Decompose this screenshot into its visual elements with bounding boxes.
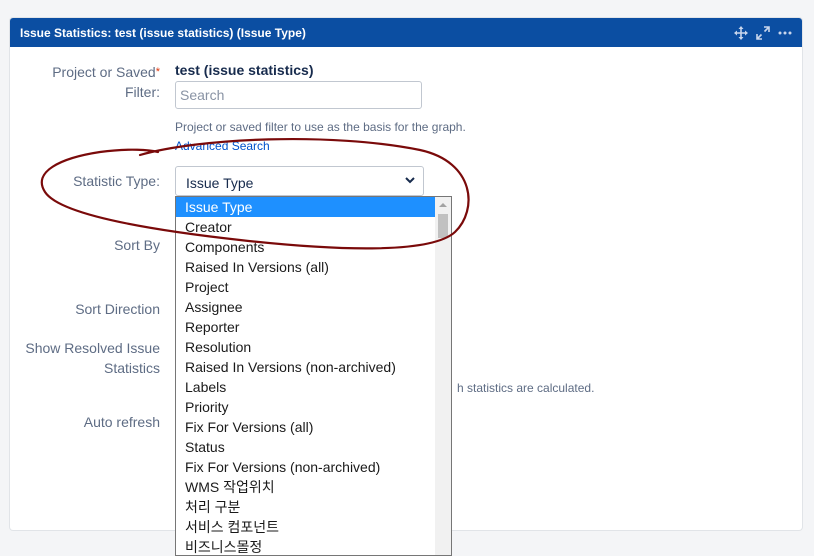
show-resolved-help-text: h statistics are calculated. [457, 381, 595, 395]
dropdown-option[interactable]: Priority [176, 397, 435, 417]
sort-by-label: Sort By [114, 237, 160, 253]
more-options-icon[interactable] [778, 26, 792, 40]
filter-search-input[interactable] [175, 81, 422, 109]
sort-direction-label: Sort Direction [75, 301, 160, 317]
required-marker: * [155, 66, 160, 78]
dropdown-option[interactable]: Components [176, 237, 435, 257]
chevron-down-icon [403, 173, 417, 190]
move-icon[interactable] [734, 25, 748, 40]
dropdown-scrollbar[interactable] [435, 197, 451, 555]
scrollbar-thumb[interactable] [438, 214, 448, 238]
dropdown-option[interactable]: Status [176, 437, 435, 457]
dropdown-option[interactable]: 처리 구분 [176, 497, 435, 517]
selected-filter-name: test (issue statistics) [175, 62, 314, 78]
project-filter-label: Project or Saved* Filter: [52, 64, 160, 100]
dropdown-option[interactable]: Issue Type [176, 197, 435, 217]
dropdown-option[interactable]: WMS 작업위치 [176, 477, 435, 497]
header-actions [734, 25, 792, 40]
gadget-title: Issue Statistics: test (issue statistics… [20, 25, 306, 40]
dropdown-option[interactable]: Fix For Versions (all) [176, 417, 435, 437]
scroll-up-arrow-icon[interactable] [435, 197, 451, 213]
auto-refresh-label: Auto refresh [83, 414, 160, 430]
filter-help-text: Project or saved filter to use as the ba… [175, 120, 466, 134]
dropdown-option[interactable]: 비즈니스몰정 [176, 537, 435, 555]
dropdown-option[interactable]: Resolution [176, 337, 435, 357]
statistic-type-value: Issue Type [186, 175, 254, 191]
statistic-type-select[interactable]: Issue Type [175, 166, 424, 196]
dropdown-option[interactable]: 서비스 컴포넌트 [176, 517, 435, 537]
dropdown-option[interactable]: Fix For Versions (non-archived) [176, 457, 435, 477]
dropdown-option[interactable]: Creator [176, 217, 435, 237]
advanced-search-link[interactable]: Advanced Search [175, 139, 270, 153]
dropdown-option[interactable]: Project [176, 277, 435, 297]
dropdown-option[interactable]: Raised In Versions (all) [176, 257, 435, 277]
statistic-type-dropdown-list[interactable]: Issue Type Creator Components Raised In Ver… [175, 196, 452, 556]
maximize-icon[interactable] [756, 25, 770, 40]
statistic-type-label: Statistic Type: [73, 173, 160, 189]
dropdown-option[interactable]: Raised In Versions (non-archived) [176, 357, 435, 377]
gadget-header: Issue Statistics: test (issue statistics… [10, 18, 802, 47]
dropdown-option[interactable]: Labels [176, 377, 435, 397]
show-resolved-label: Show Resolved Issue Statistics [25, 340, 160, 376]
dropdown-option[interactable]: Reporter [176, 317, 435, 337]
dropdown-option[interactable]: Assignee [176, 297, 435, 317]
